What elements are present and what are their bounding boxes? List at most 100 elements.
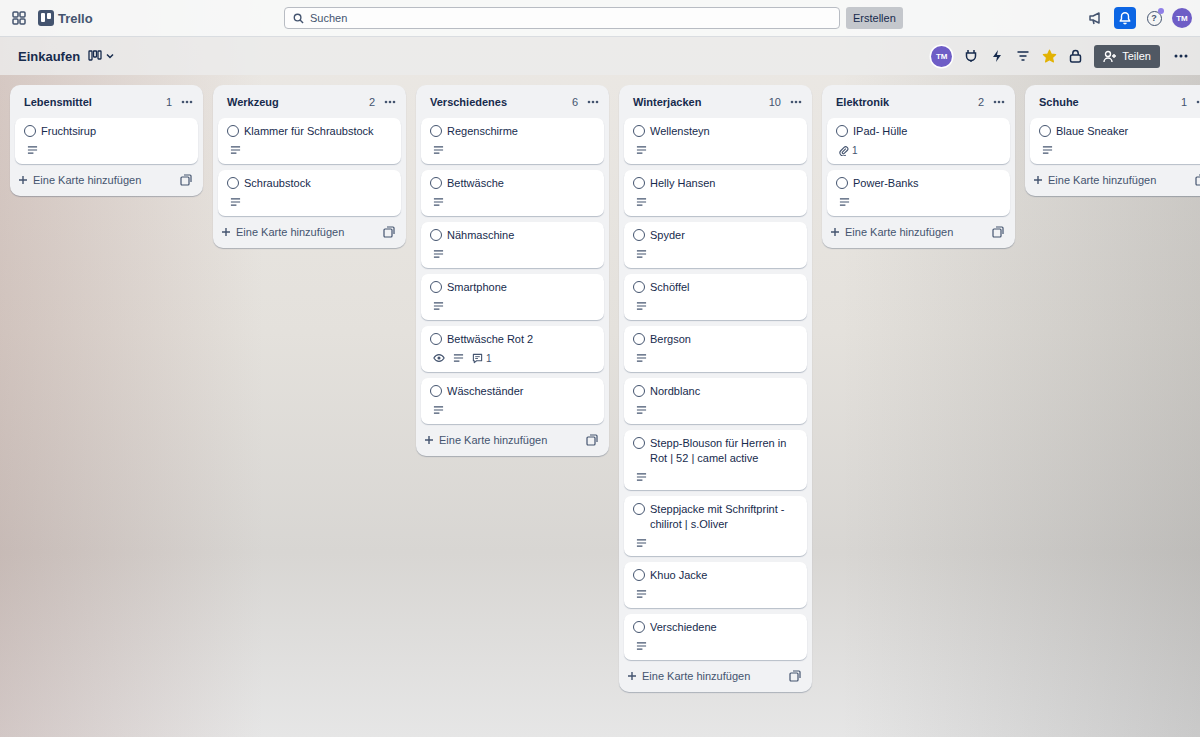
complete-circle-icon[interactable] xyxy=(430,125,442,137)
complete-circle-icon[interactable] xyxy=(633,569,645,581)
complete-circle-icon[interactable] xyxy=(633,621,645,633)
bell-icon xyxy=(1118,11,1132,25)
list[interactable]: Schuhe 1 Blaue Sneaker Eine Karte hinzuf… xyxy=(1025,85,1200,196)
card[interactable]: Fruchtsirup xyxy=(15,118,198,164)
card[interactable]: Blaue Sneaker xyxy=(1030,118,1200,164)
visibility-button[interactable] xyxy=(1064,45,1086,67)
add-card-button[interactable]: Eine Karte hinzufügen xyxy=(18,174,177,186)
account-avatar[interactable]: TM xyxy=(1172,8,1192,28)
card[interactable]: Stepp-Blouson für Herren in Rot | 52 | c… xyxy=(624,430,807,490)
create-from-template-button[interactable] xyxy=(177,171,195,189)
list[interactable]: Verschiedenes 6 Regenschirme Bettwäsche … xyxy=(416,85,609,456)
board-member-avatar[interactable]: TM xyxy=(931,46,952,67)
complete-circle-icon[interactable] xyxy=(227,177,239,189)
complete-circle-icon[interactable] xyxy=(430,177,442,189)
card[interactable]: Bettwäsche Rot 2 1 xyxy=(421,326,604,372)
card-badges xyxy=(633,247,799,261)
power-ups-button[interactable] xyxy=(960,45,982,67)
card-title: IPad- Hülle xyxy=(853,124,907,139)
list-title[interactable]: Werkzeug xyxy=(227,96,363,108)
card[interactable]: Steppjacke mit Schriftprint - chilirot |… xyxy=(624,496,807,556)
create-from-template-button[interactable] xyxy=(583,431,601,449)
card[interactable]: Smartphone xyxy=(421,274,604,320)
complete-circle-icon[interactable] xyxy=(836,125,848,137)
card-badges xyxy=(633,536,799,550)
list[interactable]: Lebensmittel 1 Fruchtsirup Eine Karte hi… xyxy=(10,85,203,196)
card-title: Nähmaschine xyxy=(447,228,514,243)
card[interactable]: Bergson xyxy=(624,326,807,372)
list[interactable]: Elektronik 2 IPad- Hülle 1 Power-Banks E… xyxy=(822,85,1015,248)
list-title[interactable]: Lebensmittel xyxy=(24,96,160,108)
list-title[interactable]: Verschiedenes xyxy=(430,96,566,108)
card[interactable]: Schöffel xyxy=(624,274,807,320)
card-title-row: Nähmaschine xyxy=(430,228,596,243)
card[interactable]: Khuo Jacke xyxy=(624,562,807,608)
complete-circle-icon[interactable] xyxy=(633,437,645,449)
list-menu-button[interactable] xyxy=(990,93,1008,111)
add-card-button[interactable]: Eine Karte hinzufügen xyxy=(627,670,786,682)
share-button[interactable]: Teilen xyxy=(1094,45,1160,68)
complete-circle-icon[interactable] xyxy=(633,125,645,137)
create-from-template-button[interactable] xyxy=(1192,171,1200,189)
list-menu-button[interactable] xyxy=(178,93,196,111)
card[interactable]: Helly Hansen xyxy=(624,170,807,216)
card[interactable]: Schraubstock xyxy=(218,170,401,216)
card[interactable]: Regenschirme xyxy=(421,118,604,164)
complete-circle-icon[interactable] xyxy=(1039,125,1051,137)
automation-button[interactable] xyxy=(986,45,1008,67)
card-title: Nordblanc xyxy=(650,384,700,399)
card-title-row: Stepp-Blouson für Herren in Rot | 52 | c… xyxy=(633,436,799,466)
card[interactable]: Nähmaschine xyxy=(421,222,604,268)
complete-circle-icon[interactable] xyxy=(633,385,645,397)
complete-circle-icon[interactable] xyxy=(633,281,645,293)
board-title[interactable]: Einkaufen xyxy=(18,49,80,64)
card[interactable]: Klammer für Schraubstock xyxy=(218,118,401,164)
feedback-button[interactable] xyxy=(1085,7,1107,29)
trello-logo[interactable]: Trello xyxy=(38,10,93,26)
help-button[interactable]: ? xyxy=(1143,7,1165,29)
complete-circle-icon[interactable] xyxy=(633,333,645,345)
notifications-button[interactable] xyxy=(1114,7,1136,29)
list-menu-button[interactable] xyxy=(584,93,602,111)
create-button[interactable]: Erstellen xyxy=(846,7,903,29)
card[interactable]: Wellensteyn xyxy=(624,118,807,164)
list-title[interactable]: Winterjacken xyxy=(633,96,763,108)
apps-button[interactable] xyxy=(8,7,30,29)
complete-circle-icon[interactable] xyxy=(633,503,645,515)
add-card-button[interactable]: Eine Karte hinzufügen xyxy=(830,226,989,238)
create-from-template-button[interactable] xyxy=(786,667,804,685)
complete-circle-icon[interactable] xyxy=(633,229,645,241)
board-view-button[interactable] xyxy=(86,45,117,67)
card[interactable]: Power-Banks xyxy=(827,170,1010,216)
card[interactable]: Bettwäsche xyxy=(421,170,604,216)
card[interactable]: Wäscheständer xyxy=(421,378,604,424)
add-card-button[interactable]: Eine Karte hinzufügen xyxy=(1033,174,1192,186)
add-card-button[interactable]: Eine Karte hinzufügen xyxy=(221,226,380,238)
complete-circle-icon[interactable] xyxy=(430,333,442,345)
complete-circle-icon[interactable] xyxy=(430,229,442,241)
search-field[interactable]: Suchen xyxy=(284,7,840,29)
complete-circle-icon[interactable] xyxy=(24,125,36,137)
list-title[interactable]: Schuhe xyxy=(1039,96,1175,108)
card[interactable]: Verschiedene xyxy=(624,614,807,660)
filter-button[interactable] xyxy=(1012,45,1034,67)
complete-circle-icon[interactable] xyxy=(836,177,848,189)
list-title[interactable]: Elektronik xyxy=(836,96,972,108)
complete-circle-icon[interactable] xyxy=(430,385,442,397)
card[interactable]: Nordblanc xyxy=(624,378,807,424)
list-menu-button[interactable] xyxy=(787,93,805,111)
complete-circle-icon[interactable] xyxy=(430,281,442,293)
create-from-template-button[interactable] xyxy=(989,223,1007,241)
list-menu-button[interactable] xyxy=(381,93,399,111)
star-button[interactable] xyxy=(1038,45,1060,67)
card[interactable]: IPad- Hülle 1 xyxy=(827,118,1010,164)
board-menu-button[interactable] xyxy=(1170,45,1192,67)
list-menu-button[interactable] xyxy=(1193,93,1200,111)
add-card-button[interactable]: Eine Karte hinzufügen xyxy=(424,434,583,446)
create-from-template-button[interactable] xyxy=(380,223,398,241)
complete-circle-icon[interactable] xyxy=(633,177,645,189)
list[interactable]: Winterjacken 10 Wellensteyn Helly Hansen… xyxy=(619,85,812,692)
list[interactable]: Werkzeug 2 Klammer für Schraubstock Schr… xyxy=(213,85,406,248)
card[interactable]: Spyder xyxy=(624,222,807,268)
complete-circle-icon[interactable] xyxy=(227,125,239,137)
